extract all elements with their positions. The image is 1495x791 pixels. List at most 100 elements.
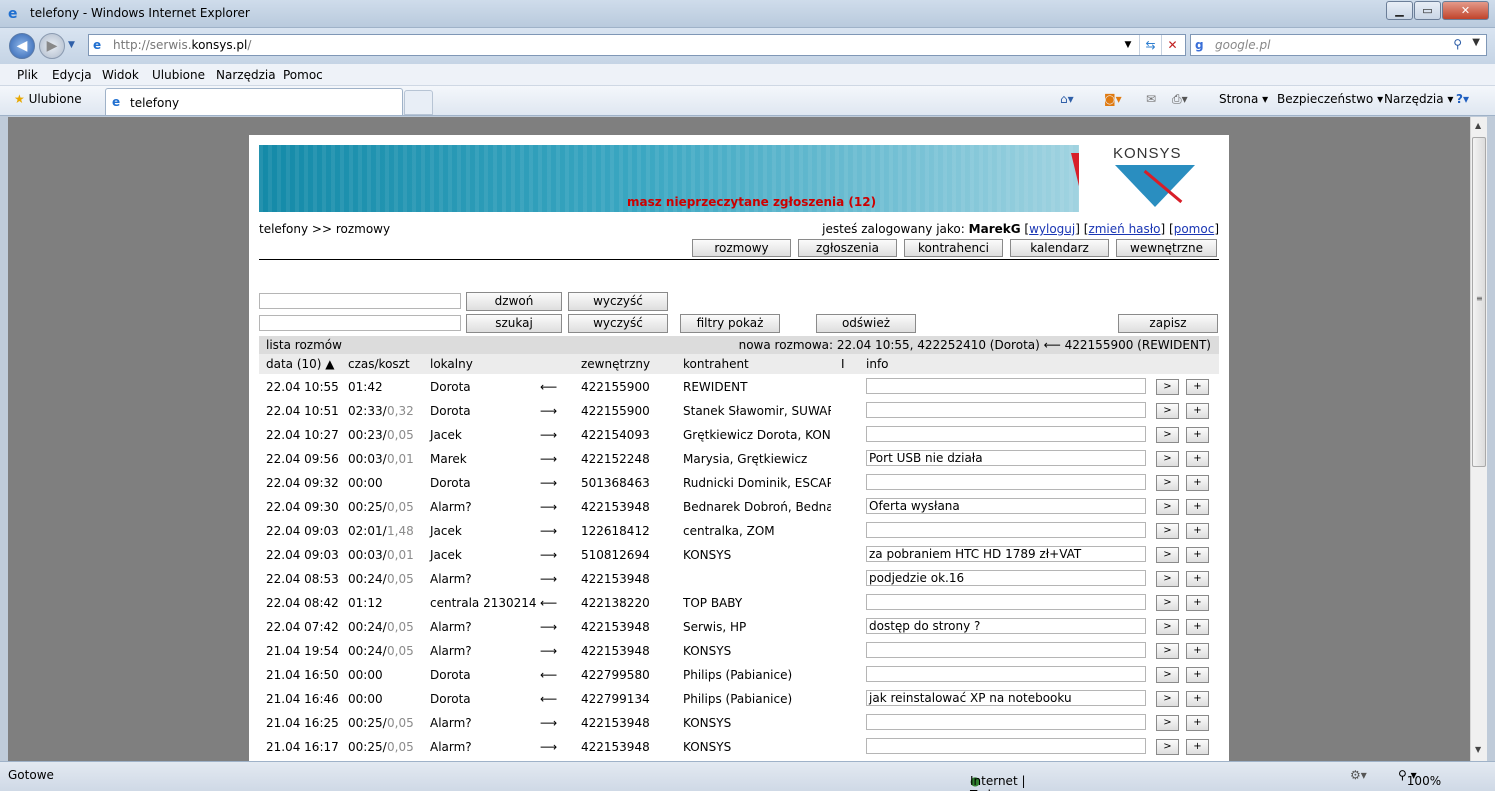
scroll-down-icon[interactable]: ▼ xyxy=(1475,745,1481,754)
call-button[interactable]: dzwoń xyxy=(466,292,562,311)
nav-zgloszenia[interactable]: zgłoszenia xyxy=(798,239,897,257)
row-open-button[interactable]: > xyxy=(1156,451,1179,467)
security-menu-button[interactable]: Bezpieczeństwo ▾ xyxy=(1277,92,1383,106)
address-url[interactable]: http://serwis.konsys.pl/ xyxy=(113,38,251,52)
menu-favorites[interactable]: Ulubione xyxy=(152,68,205,82)
row-add-button[interactable]: + xyxy=(1186,427,1209,443)
phone-input[interactable] xyxy=(259,293,461,309)
security-settings-icon[interactable]: ⚙▾ xyxy=(1350,768,1367,782)
row-add-button[interactable]: + xyxy=(1186,451,1209,467)
search-button[interactable]: szukaj xyxy=(466,314,562,333)
row-contractor[interactable]: Philips (Pabianice) xyxy=(683,668,831,682)
row-info-input[interactable] xyxy=(866,666,1146,682)
address-bar[interactable]: e http://serwis.konsys.pl/ ▼ ⇆ ✕ xyxy=(88,34,1186,56)
row-contractor[interactable]: KONSYS xyxy=(683,644,831,658)
row-add-button[interactable]: + xyxy=(1186,523,1209,539)
row-contractor[interactable]: Grętkiewicz Dorota, KONSYS xyxy=(683,428,831,442)
row-contractor[interactable]: Serwis, HP xyxy=(683,620,831,634)
search-input[interactable]: google.pl xyxy=(1215,38,1270,52)
help-link[interactable]: pomoc xyxy=(1174,222,1215,236)
favorites-button[interactable]: ★ Ulubione xyxy=(14,92,82,106)
row-add-button[interactable]: + xyxy=(1186,547,1209,563)
menu-help[interactable]: Pomoc xyxy=(283,68,323,82)
filters-button[interactable]: filtry pokaż xyxy=(680,314,780,333)
row-info-input[interactable] xyxy=(866,426,1146,442)
row-open-button[interactable]: > xyxy=(1156,547,1179,563)
col-contractor[interactable]: kontrahent xyxy=(683,357,749,371)
row-add-button[interactable]: + xyxy=(1186,667,1209,683)
help-icon[interactable]: ?▾ xyxy=(1456,92,1469,106)
row-open-button[interactable]: > xyxy=(1156,571,1179,587)
row-contractor[interactable]: REWIDENT xyxy=(683,380,831,394)
col-local[interactable]: lokalny xyxy=(430,357,473,371)
menu-view[interactable]: Widok xyxy=(102,68,139,82)
row-info-input[interactable] xyxy=(866,522,1146,538)
row-info-input[interactable] xyxy=(866,738,1146,754)
row-info-input[interactable]: podjedzie ok.16 xyxy=(866,570,1146,586)
row-open-button[interactable]: > xyxy=(1156,667,1179,683)
nav-kontrahenci[interactable]: kontrahenci xyxy=(904,239,1003,257)
menu-file[interactable]: Plik xyxy=(17,68,38,82)
row-contractor[interactable]: Marysia, Grętkiewicz xyxy=(683,452,831,466)
row-contractor[interactable]: Bednarek Dobroń, Bednarek xyxy=(683,500,831,514)
row-open-button[interactable]: > xyxy=(1156,715,1179,731)
nav-rozmowy[interactable]: rozmowy xyxy=(692,239,791,257)
menu-edit[interactable]: Edycja xyxy=(52,68,92,82)
change-password-link[interactable]: zmień hasło xyxy=(1088,222,1160,236)
row-contractor[interactable]: KONSYS xyxy=(683,740,831,754)
scroll-up-icon[interactable]: ▲ xyxy=(1475,121,1481,130)
col-info[interactable]: info xyxy=(866,357,889,371)
history-dropdown-icon[interactable]: ▼ xyxy=(68,40,75,50)
row-open-button[interactable]: > xyxy=(1156,379,1179,395)
save-button[interactable]: zapisz xyxy=(1118,314,1218,333)
unread-alert-link[interactable]: masz nieprzeczytane zgłoszenia (12) xyxy=(627,195,876,209)
row-contractor[interactable]: Stanek Sławomir, SUWARY xyxy=(683,404,831,418)
row-contractor[interactable]: TOP BABY xyxy=(683,596,831,610)
row-add-button[interactable]: + xyxy=(1186,499,1209,515)
search-box[interactable]: g google.pl ⚲ ▼ xyxy=(1190,34,1487,56)
feeds-icon[interactable]: ◙▾ xyxy=(1104,92,1122,106)
row-info-input[interactable] xyxy=(866,402,1146,418)
row-open-button[interactable]: > xyxy=(1156,475,1179,491)
col-date[interactable]: data (10) ▲ xyxy=(266,357,335,371)
print-icon[interactable]: ⎙▾ xyxy=(1172,92,1188,107)
tab-telefony[interactable]: e telefony xyxy=(105,88,403,115)
row-add-button[interactable]: + xyxy=(1186,619,1209,635)
row-info-input[interactable]: Oferta wysłana xyxy=(866,498,1146,514)
row-add-button[interactable]: + xyxy=(1186,403,1209,419)
row-add-button[interactable]: + xyxy=(1186,739,1209,755)
col-external[interactable]: zewnętrzny xyxy=(581,357,650,371)
row-contractor[interactable]: Rudnicki Dominik, ESCAPE xyxy=(683,476,831,490)
row-contractor[interactable]: KONSYS xyxy=(683,548,831,562)
maximize-button[interactable]: ▭ xyxy=(1414,1,1441,20)
page-menu-button[interactable]: Strona ▾ xyxy=(1219,92,1268,106)
compatibility-icon[interactable]: ⇆ xyxy=(1139,35,1161,55)
address-dropdown-icon[interactable]: ▼ xyxy=(1117,35,1139,55)
mail-icon[interactable]: ✉ xyxy=(1146,92,1156,106)
nav-kalendarz[interactable]: kalendarz xyxy=(1010,239,1109,257)
col-time[interactable]: czas/koszt xyxy=(348,357,410,371)
stop-icon[interactable]: ✕ xyxy=(1161,35,1183,55)
row-info-input[interactable] xyxy=(866,378,1146,394)
nav-wewnetrzne[interactable]: wewnętrzne xyxy=(1116,239,1217,257)
minimize-button[interactable]: ▁ xyxy=(1386,1,1413,20)
row-open-button[interactable]: > xyxy=(1156,403,1179,419)
tools-menu-button[interactable]: Narzędzia ▾ xyxy=(1384,92,1453,106)
search-options-icon[interactable]: ▼ xyxy=(1472,37,1480,48)
search-field[interactable] xyxy=(259,315,461,331)
row-add-button[interactable]: + xyxy=(1186,715,1209,731)
row-open-button[interactable]: > xyxy=(1156,427,1179,443)
row-contractor[interactable]: Philips (Pabianice) xyxy=(683,692,831,706)
clear-search-button[interactable]: wyczyść xyxy=(568,314,668,333)
row-open-button[interactable]: > xyxy=(1156,691,1179,707)
row-add-button[interactable]: + xyxy=(1186,595,1209,611)
row-contractor[interactable]: KONSYS xyxy=(683,716,831,730)
row-open-button[interactable]: > xyxy=(1156,595,1179,611)
row-add-button[interactable]: + xyxy=(1186,571,1209,587)
vertical-scrollbar[interactable]: ▲ ≡ ▼ xyxy=(1470,117,1487,761)
home-icon[interactable]: ⌂▾ xyxy=(1060,92,1074,106)
back-button[interactable]: ◀ xyxy=(9,33,35,59)
row-info-input[interactable] xyxy=(866,594,1146,610)
col-i[interactable]: I xyxy=(841,357,845,371)
row-open-button[interactable]: > xyxy=(1156,739,1179,755)
